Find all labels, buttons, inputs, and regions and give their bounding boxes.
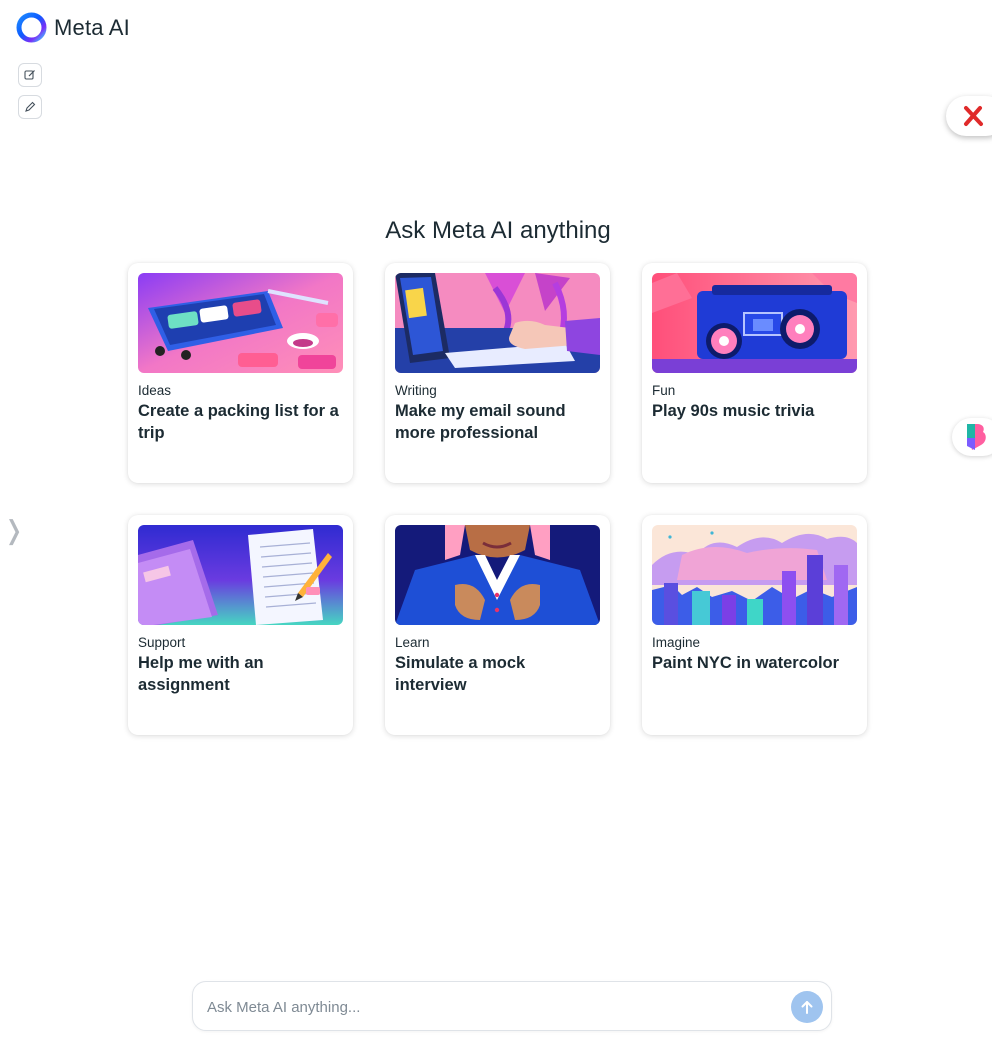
interview-illustration [395,525,600,625]
laptop-illustration [395,273,600,373]
card-category: Support [138,635,186,650]
card-title: Create a packing list for a trip [138,402,339,442]
floating-close-widget[interactable] [946,96,992,136]
city-watercolor-illustration [652,525,857,625]
new-chat-button[interactable] [18,63,42,87]
suggestion-card-learn[interactable]: Learn Simulate a mock interview [385,515,610,735]
send-button[interactable] [791,991,823,1023]
card-category: Learn [395,635,430,650]
card-title: Simulate a mock interview [395,654,526,694]
suggestion-card-support[interactable]: Support Help me with an assignment [128,515,353,735]
suitcase-illustration [138,273,343,373]
card-title: Play 90s music trivia [652,402,815,420]
meta-ai-page: Meta AI ❭ Ask Meta AI anything Ideas Cre… [0,0,992,1038]
suggestion-card-ideas[interactable]: Ideas Create a packing list for a trip [128,263,353,483]
card-title: Paint NYC in watercolor [652,654,840,672]
floating-extension-widget[interactable] [952,418,992,456]
suggestion-cards: Ideas Create a packing list for a trip W… [128,263,867,735]
card-title: Make my email sound more professional [395,402,566,442]
chat-composer [192,981,832,1031]
notebook-illustration [138,525,343,625]
suggestion-card-writing[interactable]: Writing Make my email sound more profess… [385,263,610,483]
card-category: Fun [652,383,676,398]
pencil-icon [25,101,36,112]
suggestion-card-fun[interactable]: Fun Play 90s music trivia [642,263,867,483]
card-category: Ideas [138,383,172,398]
extension-logo-icon [967,424,986,450]
card-category: Imagine [652,635,701,650]
page-title: Ask Meta AI anything [385,217,611,244]
close-icon [964,106,983,126]
card-category: Writing [395,383,437,398]
meta-ai-ring-icon [16,12,47,43]
chat-input[interactable] [207,995,767,1019]
boombox-illustration [652,273,857,373]
app-title: Meta AI [54,14,130,40]
compose-icon [24,70,35,80]
suggestion-card-imagine[interactable]: Imagine Paint NYC in watercolor [642,515,867,735]
card-title: Help me with an assignment [138,654,264,694]
expand-sidebar-chevron-icon[interactable]: ❭ [3,516,25,546]
app-logo[interactable]: Meta AI [15,11,130,44]
arrow-up-icon [801,1001,813,1014]
edit-button[interactable] [18,95,42,119]
